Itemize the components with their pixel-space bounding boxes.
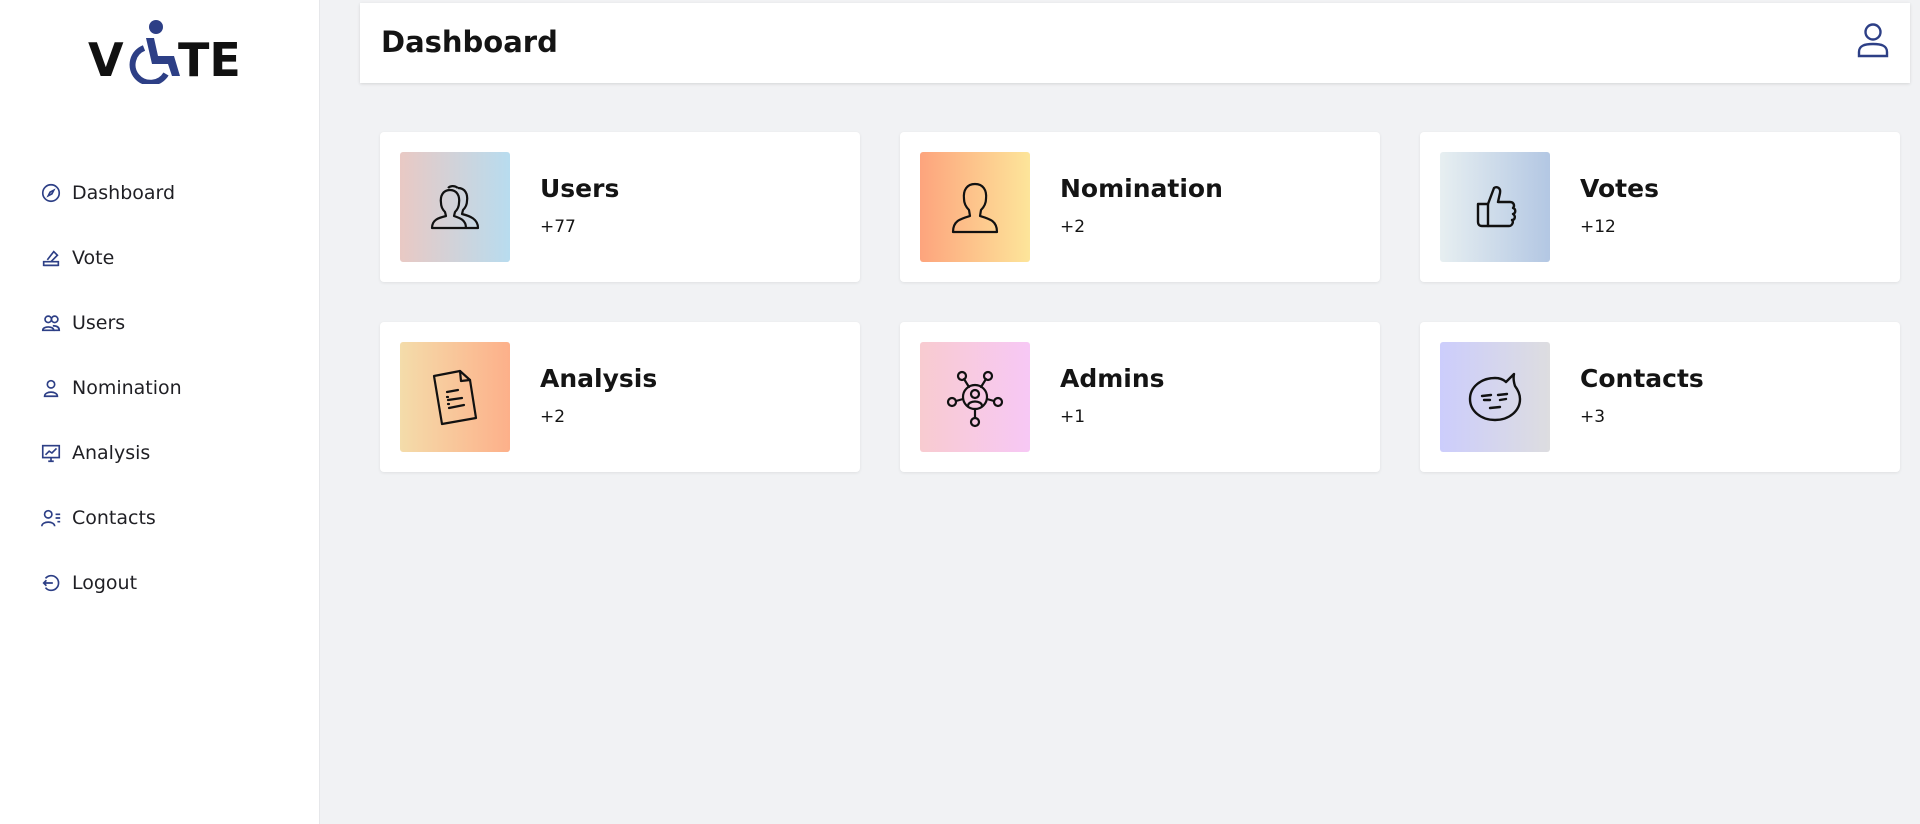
svg-text:V: V: [88, 33, 124, 84]
sidebar-item-label: Contacts: [72, 506, 156, 529]
card-title: Contacts: [1580, 364, 1704, 393]
sidebar-item-logout[interactable]: Logout: [40, 550, 182, 615]
users-outline-icon: [400, 152, 510, 262]
sidebar-item-users[interactable]: Users: [40, 290, 182, 355]
stat-card-admins[interactable]: Admins +1: [900, 322, 1380, 472]
profile-icon[interactable]: [1856, 21, 1890, 59]
users-icon: [40, 312, 62, 334]
sidebar-item-label: Nomination: [72, 376, 182, 399]
stat-card-nomination[interactable]: Nomination +2: [900, 132, 1380, 282]
contacts-icon: [40, 507, 62, 529]
network-icon: [920, 342, 1030, 452]
card-count: +2: [540, 407, 566, 427]
sidebar: V TE Dashboard Vote Users Nomination Ana…: [0, 0, 320, 824]
stat-card-votes[interactable]: Votes +12: [1420, 132, 1900, 282]
chat-face-icon: [1440, 342, 1550, 452]
stat-card-analysis[interactable]: Analysis +2: [380, 322, 860, 472]
sidebar-item-label: Users: [72, 311, 126, 334]
svg-text:TE: TE: [178, 33, 238, 84]
card-count: +2: [1060, 217, 1086, 237]
card-count: +1: [1060, 407, 1086, 427]
stat-card-users[interactable]: Users +77: [380, 132, 860, 282]
sidebar-item-label: Logout: [72, 571, 138, 594]
card-title: Analysis: [540, 364, 658, 393]
logout-icon: [40, 572, 62, 594]
user-icon: [40, 377, 62, 399]
vote-logo[interactable]: V TE: [88, 14, 241, 87]
person-outline-icon: [920, 152, 1030, 262]
compass-icon: [40, 182, 62, 204]
page-title: Dashboard: [381, 25, 558, 59]
sidebar-item-label: Dashboard: [72, 181, 176, 204]
thumbs-up-icon: [1440, 152, 1550, 262]
card-title: Votes: [1580, 174, 1659, 203]
card-title: Users: [540, 174, 620, 203]
top-header: Dashboard: [360, 3, 1910, 83]
card-title: Nomination: [1060, 174, 1223, 203]
sidebar-item-label: Vote: [72, 246, 115, 269]
stat-card-contacts[interactable]: Contacts +3: [1420, 322, 1900, 472]
sidebar-item-analysis[interactable]: Analysis: [40, 420, 182, 485]
sidebar-item-label: Analysis: [72, 441, 151, 464]
sidebar-item-nomination[interactable]: Nomination: [40, 355, 182, 420]
ballot-icon: [40, 247, 62, 269]
document-icon: [400, 342, 510, 452]
card-count: +3: [1580, 407, 1606, 427]
card-count: +77: [540, 217, 576, 237]
card-title: Admins: [1060, 364, 1165, 393]
sidebar-item-vote[interactable]: Vote: [40, 225, 182, 290]
sidebar-nav: Dashboard Vote Users Nomination Analysis: [40, 160, 182, 615]
sidebar-item-contacts[interactable]: Contacts: [40, 485, 182, 550]
chart-icon: [40, 442, 62, 464]
sidebar-item-dashboard[interactable]: Dashboard: [40, 160, 182, 225]
card-count: +12: [1580, 217, 1616, 237]
